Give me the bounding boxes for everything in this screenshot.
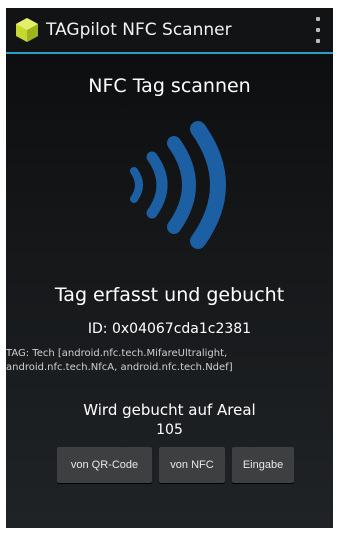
overflow-menu-icon[interactable] <box>313 17 323 43</box>
areal-label: Wird gebucht auf Areal <box>83 401 256 419</box>
action-bar-divider <box>6 52 333 54</box>
nfc-signal-icon <box>130 121 226 249</box>
scan-status: Tag erfasst und gebucht <box>54 284 285 306</box>
from-nfc-button[interactable]: von NFC <box>159 447 225 483</box>
app-screen: TAGpilot NFC Scanner NFC Tag scannen Tag… <box>6 8 333 528</box>
page-heading: NFC Tag scannen <box>88 75 251 97</box>
action-bar: TAGpilot NFC Scanner <box>6 8 333 52</box>
tag-id: ID: 0x04067cda1c2381 <box>87 321 252 337</box>
app-logo-icon <box>16 18 38 42</box>
areal-value: 105 <box>156 422 183 438</box>
manual-input-button[interactable]: Eingabe <box>232 447 294 483</box>
from-qr-code-button[interactable]: von QR-Code <box>57 447 152 483</box>
app-title: TAGpilot NFC Scanner <box>46 20 232 40</box>
tag-tech-info: TAG: Tech [android.nfc.tech.MifareUltral… <box>6 348 233 373</box>
